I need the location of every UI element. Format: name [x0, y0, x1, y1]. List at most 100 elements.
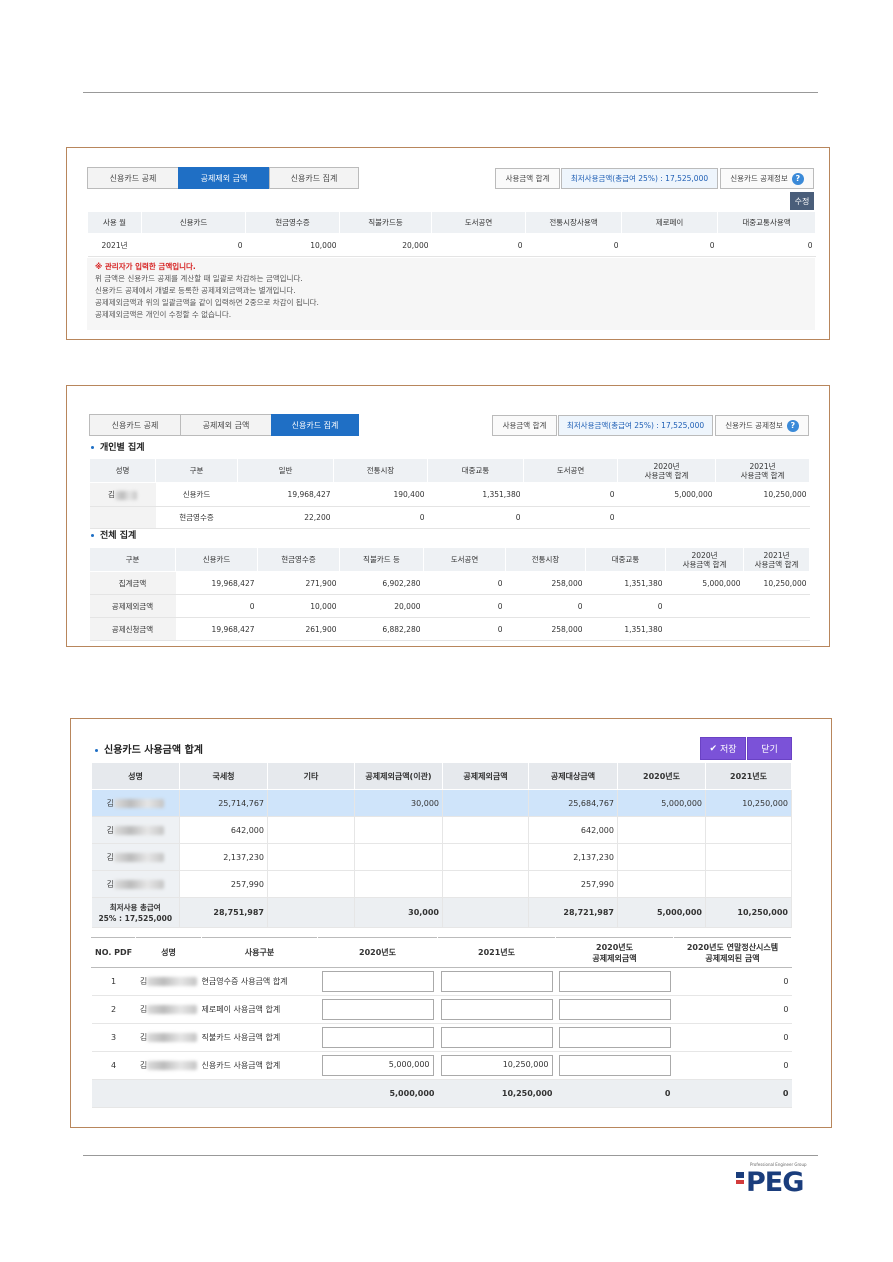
name-initial: 김 [106, 825, 114, 835]
amount-2021-input[interactable] [440, 999, 553, 1020]
col-transit: 대중교통사용액 [717, 211, 816, 234]
col-books: 도서공연 [423, 547, 506, 572]
logo-mark [736, 1172, 744, 1178]
tab-credit-summary[interactable]: 신용카드 집계 [271, 414, 359, 436]
amount-2021-input[interactable] [440, 1027, 553, 1048]
col-books: 도서공연 [523, 458, 618, 483]
col-2020-total: 2020년 사용금액 합계 [617, 458, 716, 483]
cell-market: 258,000 [505, 571, 586, 595]
usage-sum-button[interactable]: 사용금액 합계 [492, 415, 557, 436]
cell-name: 김 [135, 1051, 202, 1080]
cell-no: 1 [91, 967, 136, 996]
cell-no: 3 [91, 1023, 136, 1052]
tab-exclusion-amount[interactable]: 공제제외 금액 [178, 167, 270, 189]
cell-market: 190,400 [333, 482, 428, 507]
cell-market: 0 [333, 506, 428, 529]
total-excl [442, 897, 529, 928]
amount-2021-input[interactable] [440, 971, 553, 992]
min-usage-button[interactable]: 최저사용금액(총급여 25%) : 17,525,000 [558, 415, 713, 436]
credit-info-button[interactable]: 신용카드 공제정보? [715, 415, 809, 436]
sum-empty [201, 1079, 318, 1108]
cell-2020 [617, 816, 706, 844]
table-row[interactable]: 김 2,137,230 2,137,230 [91, 843, 792, 871]
cell-credit: 0 [141, 233, 246, 257]
table-row[interactable]: 김 257,990 257,990 [91, 870, 792, 898]
amount-2020-input[interactable] [321, 999, 434, 1020]
cell-usage-type: 신용카드 사용금액 합계 [201, 1051, 318, 1080]
cell-market: 0 [505, 594, 586, 618]
col-zeropay: 제로페이 [621, 211, 718, 234]
tab-exclusion-amount[interactable]: 공제제외 금액 [180, 414, 272, 436]
amount-2020-input[interactable] [321, 1027, 434, 1048]
personal-summary-table: 성명 구분 일반 전통시장 대중교통 도서공연 2020년 사용금액 합계 20… [89, 458, 810, 529]
cell-name [89, 506, 156, 529]
total-2020: 5,000,000 [617, 897, 706, 928]
cell-credit: 0 [175, 594, 258, 618]
sum-empty [135, 1079, 202, 1108]
col-market: 전통시장 [333, 458, 428, 483]
cell-other [267, 816, 355, 844]
tab-credit-deduction[interactable]: 신용카드 공제 [89, 414, 181, 436]
table-row[interactable]: 김 25,714,767 30,000 25,684,767 5,000,000… [91, 789, 792, 817]
cell-2021-input-wrap [437, 995, 556, 1024]
excl-2020-input[interactable] [558, 1055, 671, 1076]
notice-line: 위 금액은 신용카드 공제를 계산할 때 일괄로 차감하는 금액입니다. [95, 274, 303, 283]
cell-excl-transfer [354, 870, 443, 898]
list-item: 2 김 제로페이 사용금액 합계 0 [91, 995, 792, 1024]
tab-credit-deduction[interactable]: 신용카드 공제 [87, 167, 179, 189]
name-initial: 김 [139, 1005, 148, 1014]
blurred-name [114, 490, 137, 500]
cell-excl [442, 870, 529, 898]
excl-2020-input[interactable] [558, 999, 671, 1020]
cell-2020-total: 5,000,000 [617, 482, 716, 507]
amount-2020-input[interactable]: 5,000,000 [321, 1055, 434, 1076]
cell-cash: 261,900 [257, 617, 340, 641]
total-label: 최저사용 총급여 25% : 17,525,000 [91, 897, 180, 928]
cell-excl [442, 816, 529, 844]
total-other [267, 897, 355, 928]
cell-type: 신용카드 [155, 482, 238, 507]
cell-2021-total [743, 594, 810, 618]
cell-debit: 6,902,280 [339, 571, 424, 595]
name-initial: 김 [108, 490, 115, 499]
total-summary-table: 구분 신용카드 현금영수증 직불카드 등 도서공연 전통시장 대중교통 2020… [89, 547, 810, 641]
cell-debit: 6,882,280 [339, 617, 424, 641]
col-2020: 2020년도 [617, 762, 706, 790]
close-button[interactable]: 닫기 [747, 737, 792, 760]
table-row[interactable]: 김 642,000 642,000 [91, 816, 792, 844]
cell-other [267, 843, 355, 871]
cell-books: 0 [431, 233, 526, 257]
min-usage-button[interactable]: 최저사용금액(총급여 25%) : 17,525,000 [561, 168, 718, 189]
cell-2020: 5,000,000 [617, 789, 706, 817]
amount-2020-input[interactable] [321, 971, 434, 992]
cell-2020-input-wrap: 5,000,000 [317, 1051, 438, 1080]
cell-credit: 19,968,427 [175, 617, 258, 641]
col-market: 전통시장사용액 [525, 211, 622, 234]
edit-button[interactable]: 수정 [790, 192, 814, 210]
excl-2020-input[interactable] [558, 1027, 671, 1048]
blurred-name [147, 977, 198, 986]
cell-target: 257,990 [528, 870, 618, 898]
cell-2020-total [665, 594, 744, 618]
save-button[interactable]: ✔ 저장 [700, 737, 746, 760]
cell-2020 [617, 843, 706, 871]
cell-system-excl: 0 [673, 1051, 792, 1080]
col-target: 공제대상금액 [528, 762, 618, 790]
tab-credit-summary[interactable]: 신용카드 집계 [269, 167, 359, 189]
cell-2020-total: 5,000,000 [665, 571, 744, 595]
col-2020-total: 2020년 사용금액 합계 [665, 547, 744, 572]
excl-2020-input[interactable] [558, 971, 671, 992]
sum-system-excl: 0 [673, 1079, 792, 1108]
cell-name: 김 [91, 816, 180, 844]
col-credit: 신용카드 [175, 547, 258, 572]
cell-2020-input-wrap [317, 1023, 438, 1052]
cell-cash: 10,000 [245, 233, 340, 257]
credit-info-button[interactable]: 신용카드 공제정보? [720, 168, 814, 189]
col-2020-excl: 2020년도 공제제외금액 [555, 937, 674, 968]
usage-sum-button[interactable]: 사용금액 합계 [495, 168, 560, 189]
amount-2021-input[interactable]: 10,250,000 [440, 1055, 553, 1076]
cell-books: 0 [423, 571, 506, 595]
col-credit: 신용카드 [141, 211, 246, 234]
cell-name: 김 [91, 870, 180, 898]
list-item: 4 김 신용카드 사용금액 합계 5,000,000 10,250,000 0 [91, 1051, 792, 1080]
